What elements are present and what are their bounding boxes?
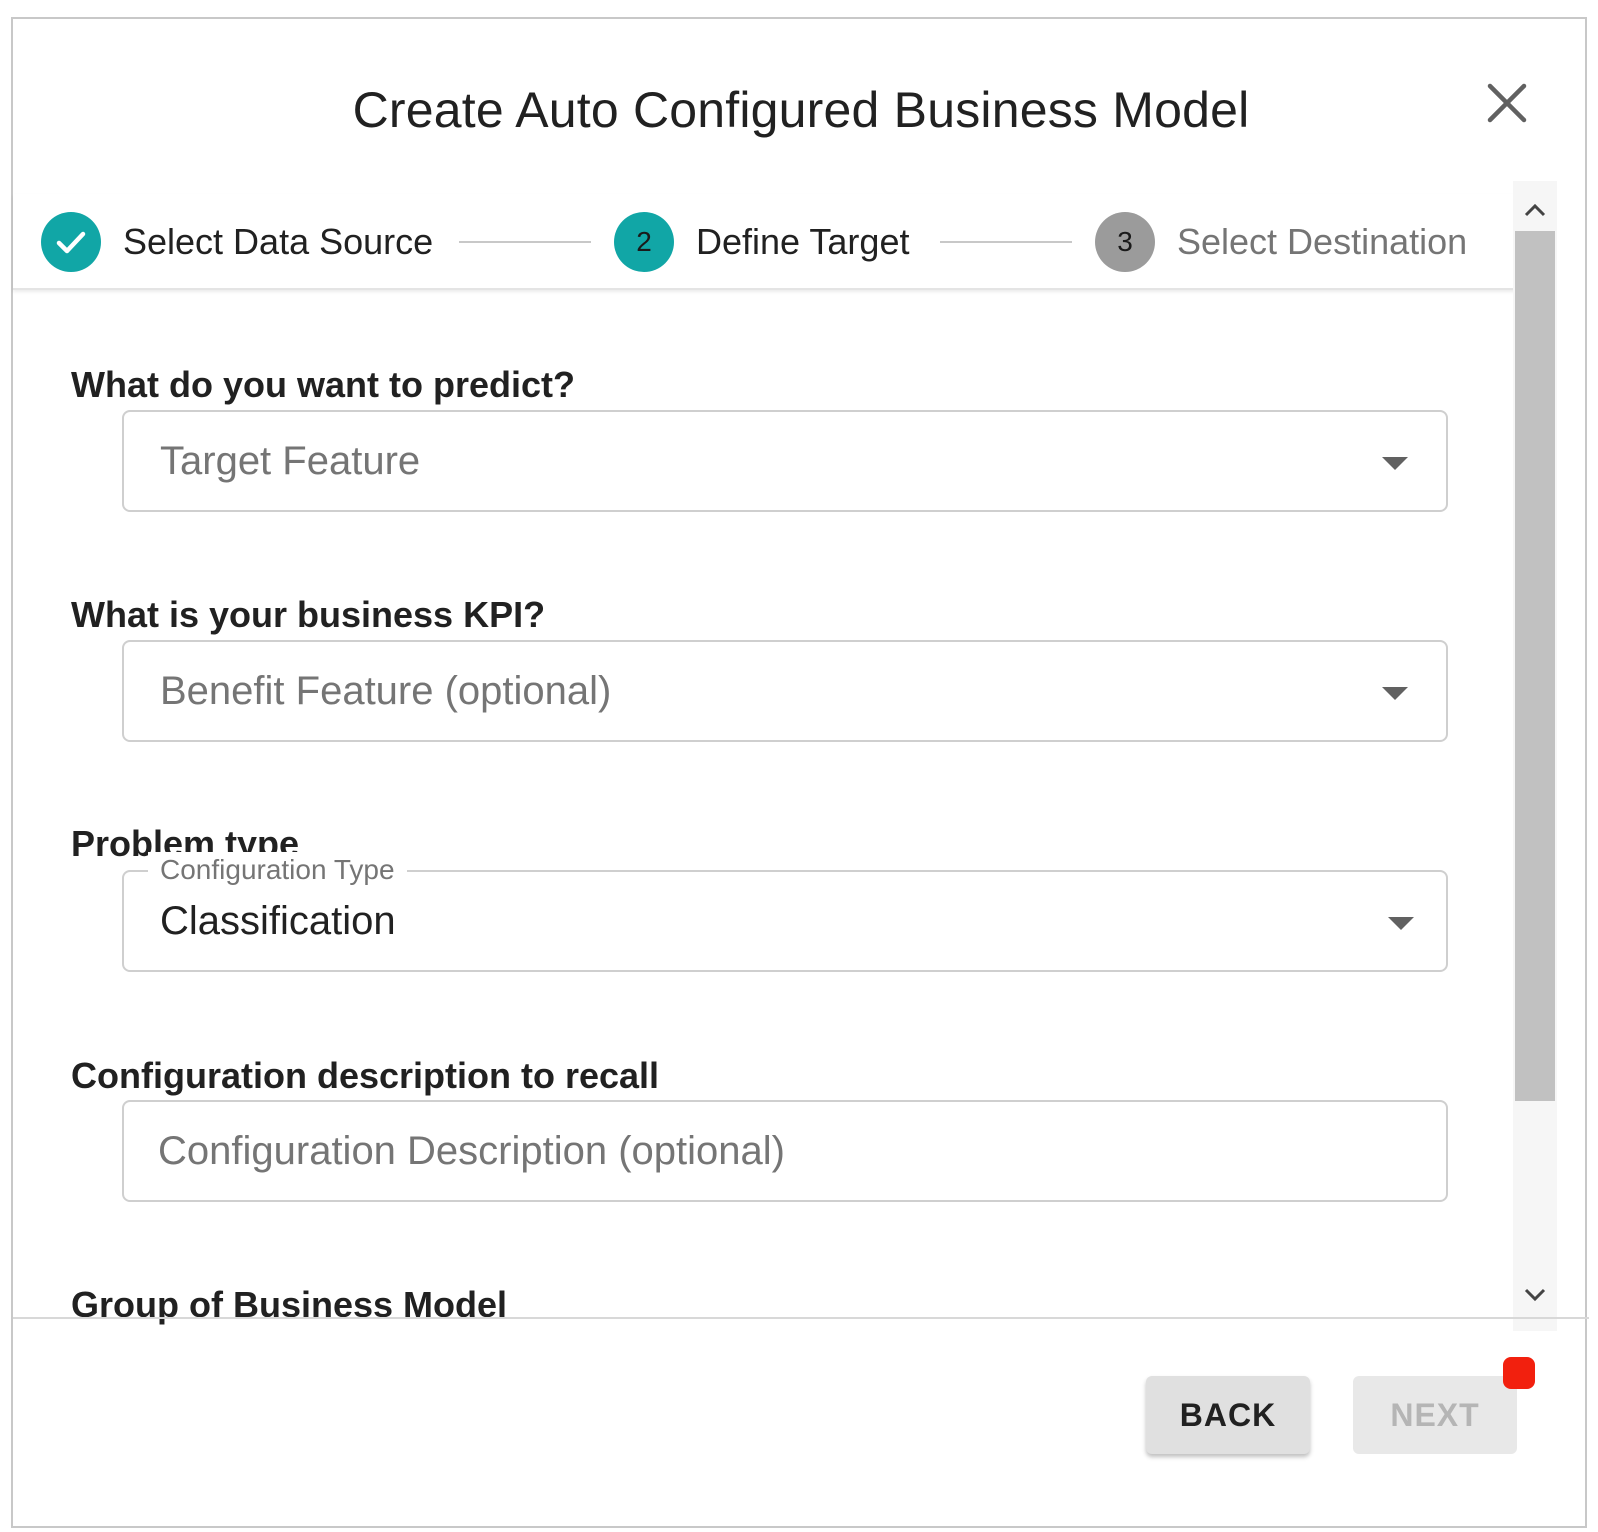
configuration-type-select[interactable]: Configuration Type Classification — [122, 852, 1448, 972]
step-define-target[interactable]: 2 Define Target — [614, 212, 909, 272]
target-feature-placeholder: Target Feature — [160, 439, 421, 483]
step-connector — [940, 241, 1072, 243]
predict-question: What do you want to predict? — [71, 364, 575, 405]
dropdown-arrow-icon — [1388, 917, 1414, 930]
step-label: Select Data Source — [123, 221, 434, 262]
step-connector — [459, 241, 591, 243]
chevron-up-icon — [1524, 203, 1546, 217]
dropdown-arrow-icon — [1382, 687, 1408, 700]
target-feature-select[interactable]: Target Feature — [122, 410, 1448, 512]
footer-divider — [13, 1317, 1589, 1319]
back-button[interactable]: BACK — [1146, 1376, 1310, 1454]
dropdown-arrow-icon — [1382, 457, 1408, 470]
step-select-data-source[interactable]: Select Data Source — [41, 212, 433, 272]
benefit-feature-select[interactable]: Benefit Feature (optional) — [122, 640, 1448, 742]
next-button[interactable]: NEXT — [1353, 1376, 1517, 1454]
step-select-destination[interactable]: 3 Select Destination — [1095, 212, 1467, 272]
stepper: Select Data Source 2 Define Target 3 Sel… — [13, 194, 1543, 290]
step-label: Select Destination — [1177, 221, 1468, 262]
group-label: Group of Business Model — [71, 1284, 508, 1325]
step-completed-badge — [41, 212, 101, 272]
step-label: Define Target — [696, 221, 910, 262]
check-icon — [56, 231, 86, 254]
step-number-badge: 2 — [614, 212, 674, 272]
close-icon — [1487, 83, 1527, 123]
configuration-type-floating-label: Configuration Type — [148, 852, 407, 888]
configuration-type-value: Classification — [160, 899, 396, 943]
dialog-title: Create Auto Configured Business Model — [352, 82, 1250, 138]
step-number-badge: 3 — [1095, 212, 1155, 272]
scroll-up-arrow[interactable] — [1518, 194, 1552, 228]
configuration-description-field[interactable] — [122, 1100, 1448, 1202]
notification-badge — [1503, 1357, 1535, 1389]
kpi-question: What is your business KPI? — [71, 594, 546, 635]
form-scroll-area: What do you want to predict? Target Feat… — [13, 290, 1589, 1330]
create-model-dialog: Create Auto Configured Business Model Se… — [11, 17, 1589, 1528]
description-question: Configuration description to recall — [71, 1055, 660, 1096]
configuration-description-input[interactable] — [158, 1122, 1398, 1180]
benefit-feature-placeholder: Benefit Feature (optional) — [160, 669, 612, 713]
close-button[interactable] — [1478, 74, 1536, 132]
